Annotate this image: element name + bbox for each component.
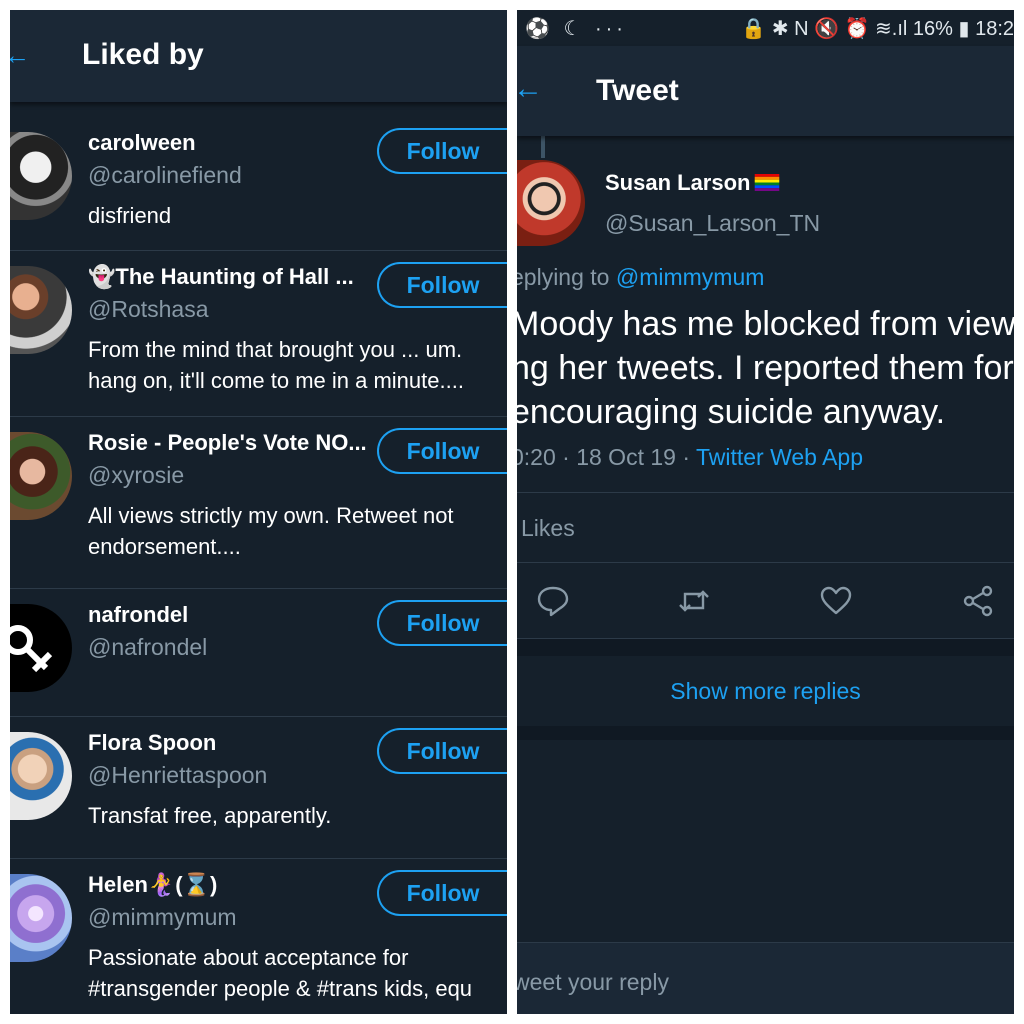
user-handle: @Henriettaspoon bbox=[88, 762, 268, 788]
avatar[interactable] bbox=[10, 732, 72, 820]
tweet-metadata: 0:20 · 18 Oct 19 · Twitter Web App bbox=[517, 444, 863, 471]
tweet-text: Moody has me blocked from view ng her tw… bbox=[517, 305, 1014, 431]
section-gap bbox=[517, 639, 1014, 656]
user-bio: Passionate about acceptance for #transge… bbox=[88, 945, 473, 1001]
follow-button[interactable]: Follow bbox=[377, 428, 507, 474]
user-name[interactable]: 👻The Haunting of Hall ... bbox=[88, 264, 354, 290]
replying-to-line: eplying to @mimmymum bbox=[517, 264, 764, 291]
section-gap bbox=[517, 726, 1014, 740]
author-name-text[interactable]: Susan Larson bbox=[605, 170, 750, 195]
user-row-mimmymum[interactable]: Helen🧜‍♀️(⌛) @mimmymum Passionate about … bbox=[10, 858, 507, 1014]
back-arrow-icon[interactable]: ← bbox=[517, 72, 543, 106]
user-name[interactable]: Flora Spoon bbox=[88, 730, 216, 756]
status-system-icons: 🔒 ✱ N 🔇 ⏰ ≋.ıl 16% ▮ 18:2 bbox=[741, 18, 1014, 40]
follow-button[interactable]: Follow bbox=[377, 128, 507, 174]
likes-count[interactable]: Likes bbox=[521, 515, 575, 542]
page-title: Liked by bbox=[82, 38, 204, 71]
user-name[interactable]: Helen🧜‍♀️(⌛) bbox=[88, 872, 217, 898]
tweet-author-handle: @Susan_Larson_TN bbox=[605, 210, 821, 236]
liked-by-header: ← Liked by bbox=[10, 10, 507, 102]
user-row-henriettaspoon[interactable]: Flora Spoon @Henriettaspoon Transfat fre… bbox=[10, 716, 507, 859]
user-bio: disfriend bbox=[88, 203, 172, 228]
avatar[interactable] bbox=[10, 604, 72, 692]
retweet-icon[interactable] bbox=[677, 584, 711, 618]
venus-symbol-icon bbox=[10, 625, 53, 673]
avatar[interactable] bbox=[10, 432, 72, 520]
tweet-header: ← Tweet bbox=[517, 46, 1014, 136]
user-name[interactable]: Rosie - People's Vote NO... bbox=[88, 430, 367, 456]
avatar[interactable] bbox=[10, 266, 72, 354]
avatar[interactable] bbox=[517, 160, 585, 246]
status-bar: ⚽ ☾ ··· 🔒 ✱ N 🔇 ⏰ ≋.ıl 16% ▮ 18:2 bbox=[517, 10, 1014, 46]
user-row-xyrosie[interactable]: Rosie - People's Vote NO... @xyrosie All… bbox=[10, 416, 507, 589]
page-title: Tweet bbox=[596, 74, 679, 107]
user-row-carolween[interactable]: carolween @carolinefiend disfriend Follo… bbox=[10, 116, 507, 251]
follow-button[interactable]: Follow bbox=[377, 728, 507, 774]
user-name[interactable]: carolween bbox=[88, 130, 196, 156]
tweet-source-link[interactable]: Twitter Web App bbox=[696, 444, 863, 470]
rainbow-flag-icon bbox=[755, 174, 780, 191]
reply-composer[interactable]: weet your reply bbox=[517, 942, 1014, 1014]
user-handle: @xyrosie bbox=[88, 462, 185, 488]
reply-icon[interactable] bbox=[536, 584, 570, 618]
divider bbox=[517, 562, 1014, 563]
follow-button[interactable]: Follow bbox=[377, 870, 507, 916]
follow-button[interactable]: Follow bbox=[377, 262, 507, 308]
user-bio: From the mind that brought you ... um. h… bbox=[88, 337, 464, 393]
user-bio: All views strictly my own. Retweet not e… bbox=[88, 503, 454, 559]
user-row-rotshasa[interactable]: 👻The Haunting of Hall ... @Rotshasa From… bbox=[10, 250, 507, 417]
like-heart-icon[interactable] bbox=[819, 584, 853, 618]
user-name[interactable]: nafrondel bbox=[88, 602, 188, 628]
divider bbox=[517, 492, 1014, 493]
replying-mention-link[interactable]: @mimmymum bbox=[616, 264, 765, 290]
tweet-author-name[interactable]: Susan Larson bbox=[605, 170, 780, 196]
follow-button[interactable]: Follow bbox=[377, 600, 507, 646]
replying-prefix: eplying to bbox=[517, 264, 616, 290]
avatar[interactable] bbox=[10, 874, 72, 962]
reply-input-placeholder[interactable]: weet your reply bbox=[517, 969, 669, 996]
share-icon[interactable] bbox=[961, 584, 995, 618]
liked-by-screen: ← Liked by carolween @carolinefiend disf… bbox=[10, 10, 507, 1014]
user-handle: @nafrondel bbox=[88, 634, 208, 660]
thread-connector-line bbox=[541, 136, 545, 158]
user-handle: @carolinefiend bbox=[88, 162, 242, 188]
user-handle: @mimmymum bbox=[88, 904, 237, 930]
user-bio: Transfat free, apparently. bbox=[88, 803, 332, 828]
back-arrow-icon[interactable]: ← bbox=[10, 40, 30, 71]
user-row-nafrondel[interactable]: nafrondel @nafrondel Follow bbox=[10, 588, 507, 717]
show-more-replies-button[interactable]: Show more replies bbox=[517, 656, 1014, 726]
tweet-screen: ⚽ ☾ ··· 🔒 ✱ N 🔇 ⏰ ≋.ıl 16% ▮ 18:2 ← Twee… bbox=[517, 10, 1014, 1014]
avatar[interactable] bbox=[10, 132, 72, 220]
user-handle: @Rotshasa bbox=[88, 296, 209, 322]
tweet-timestamp: 0:20 · 18 Oct 19 · bbox=[517, 444, 696, 470]
status-notification-icons: ⚽ ☾ ··· bbox=[525, 18, 627, 40]
